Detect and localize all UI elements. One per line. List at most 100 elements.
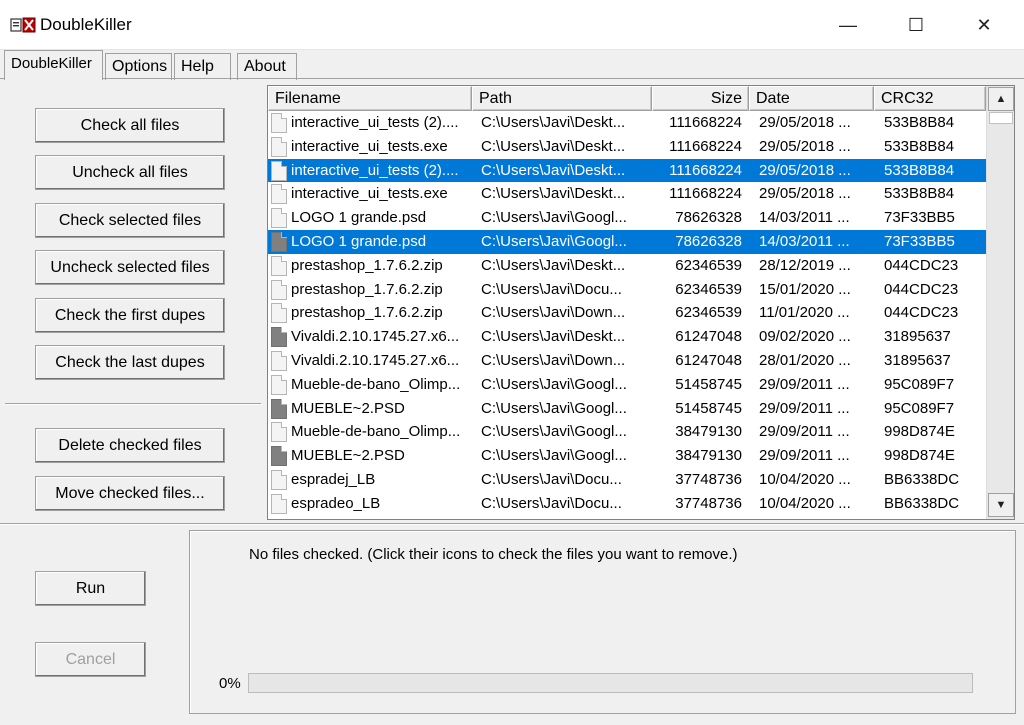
path-cell: C:\Users\Javi\Deskt... [481,137,626,155]
file-check-toggle[interactable] [271,446,287,467]
date-cell: 29/05/2018 ... [759,161,851,179]
table-row[interactable]: interactive_ui_tests.exe C:\Users\Javi\De… [268,182,986,206]
size-cell: 37748736 [675,494,742,512]
check-first-dupes-button[interactable]: Check the first dupes [35,298,225,333]
file-check-toggle[interactable] [271,327,287,348]
size-cell: 111668224 [669,185,742,203]
crc32-cell: 998D874E [884,447,955,465]
tab-about[interactable]: About [237,53,297,80]
path-cell: C:\Users\Javi\Down... [481,352,626,369]
table-row[interactable]: espradeo_LB C:\Users\Javi\Docu... 37748736… [268,492,986,516]
date-cell: 28/12/2019 ... [759,256,851,274]
filename-cell: interactive_ui_tests.exe [291,185,448,203]
path-cell: C:\Users\Javi\Googl... [481,375,627,393]
table-row[interactable]: prestashop_1.7.6.2.zip C:\Users\Javi\Down… [268,301,986,325]
column-header-path[interactable]: Path [472,86,652,111]
size-cell: 51458745 [675,375,742,393]
document-checked-icon [271,398,287,419]
size-cell: 111668224 [669,137,742,155]
crc32-cell: 73F33BB5 [884,209,955,227]
size-cell: 78626328 [675,209,742,227]
scrollbar-thumb[interactable] [989,112,1013,124]
file-check-toggle[interactable] [271,493,287,514]
file-check-toggle[interactable] [271,232,287,252]
crc32-cell: BB6338DC [884,471,960,488]
status-message: No files checked. (Click their icons to … [249,546,738,563]
crc32-cell: 044CDC23 [884,280,959,298]
file-check-toggle[interactable] [271,255,287,276]
file-check-toggle[interactable] [271,351,287,371]
uncheck-selected-files-button[interactable]: Uncheck selected files [35,250,225,285]
tab-options[interactable]: Options [105,53,172,80]
table-row[interactable]: MUEBLE~2.PSD C:\Users\Javi\Googl... 514587… [268,397,986,421]
check-all-files-button[interactable]: Check all files [35,108,225,143]
filename-cell: Mueble-de-bano_Olimp... [291,375,461,393]
table-row[interactable]: prestashop_1.7.6.2.zip C:\Users\Javi\Docu… [268,278,986,302]
column-header-size[interactable]: Size [652,86,749,111]
file-check-toggle[interactable] [271,113,287,133]
file-check-toggle[interactable] [271,303,287,324]
table-row[interactable]: Vivaldi.2.10.1745.27.x6... C:\Users\Javi\… [268,349,986,373]
table-row[interactable]: interactive_ui_tests.exe C:\Users\Javi\De… [268,135,986,159]
table-row[interactable]: espradej_LB C:\Users\Javi\Docu... 37748736… [268,468,986,492]
table-row[interactable]: prestashop_1.7.6.2.zip C:\Users\Javi\Desk… [268,254,986,278]
table-row[interactable]: interactive_ui_tests (2).... C:\Users\Jav… [268,111,986,135]
filename-cell: interactive_ui_tests (2).... [291,114,459,131]
filename-cell: LOGO 1 grande.psd [291,233,427,250]
filename-cell: Vivaldi.2.10.1745.27.x6... [291,328,460,346]
list-header: Filename Path Size Date CRC32 [268,86,986,111]
column-header-filename[interactable]: Filename [268,86,472,111]
table-row[interactable]: LOGO 1 grande.psd C:\Users\Javi\Googl... 7… [268,206,986,230]
delete-checked-files-button[interactable]: Delete checked files [35,428,225,463]
table-row[interactable]: Mueble-de-bano_Olimp... C:\Users\Javi\Goo… [268,420,986,444]
crc32-cell: 044CDC23 [884,256,959,274]
tab-help[interactable]: Help [174,53,231,80]
table-row[interactable]: interactive_ui_tests (2).... C:\Users\Jav… [268,158,986,183]
crc32-cell: 533B8B84 [884,185,955,203]
scroll-up-button[interactable]: ▲ [988,87,1014,111]
document-icon [271,303,287,324]
file-check-toggle[interactable] [271,136,287,157]
table-row[interactable]: LOGO 1 grande.psd C:\Users\Javi\Googl... 7… [268,230,986,254]
close-button[interactable]: ✕ [961,0,1007,50]
filename-cell: MUEBLE~2.PSD [291,399,405,417]
file-check-toggle[interactable] [271,184,287,205]
check-last-dupes-button[interactable]: Check the last dupes [35,345,225,380]
table-row[interactable]: MUEBLE~2.PSD C:\Users\Javi\Googl... 384791… [268,444,986,468]
scroll-down-button[interactable]: ▼ [988,493,1014,517]
file-check-toggle[interactable] [271,470,287,490]
file-check-toggle[interactable] [271,160,287,181]
path-cell: C:\Users\Javi\Deskt... [481,328,626,346]
file-check-toggle[interactable] [271,398,287,419]
path-cell: C:\Users\Javi\Docu... [481,494,622,512]
column-header-crc32[interactable]: CRC32 [874,86,986,111]
table-row[interactable]: Mueble-de-bano_Olimp... C:\Users\Javi\Goo… [268,373,986,397]
duplicate-files-list[interactable]: Filename Path Size Date CRC32 interactiv… [267,85,1015,520]
maximize-button[interactable]: ☐ [893,0,939,50]
uncheck-all-files-button[interactable]: Uncheck all files [35,155,225,190]
check-selected-files-button[interactable]: Check selected files [35,203,225,238]
window-title: DoubleKiller [40,15,132,34]
date-cell: 15/01/2020 ... [759,280,851,298]
date-cell: 29/05/2018 ... [759,114,851,131]
panel-splitter[interactable] [0,523,1024,525]
document-icon [271,493,287,514]
crc32-cell: 31895637 [884,328,951,346]
tab-doublekiller[interactable]: DoubleKiller [4,50,103,80]
move-checked-files-button[interactable]: Move checked files... [35,476,225,511]
run-button[interactable]: Run [35,571,146,606]
table-row[interactable]: Vivaldi.2.10.1745.27.x6... C:\Users\Javi\… [268,325,986,349]
file-check-toggle[interactable] [271,422,287,443]
file-check-toggle[interactable] [271,279,287,300]
column-header-date[interactable]: Date [749,86,874,111]
date-cell: 29/09/2011 ... [759,375,850,393]
file-check-toggle[interactable] [271,374,287,395]
close-icon: ✕ [976,14,992,35]
filename-cell: espradeo_LB [291,494,381,512]
date-cell: 29/09/2011 ... [759,399,850,417]
date-cell: 10/04/2020 ... [759,471,851,488]
file-check-toggle[interactable] [271,208,287,229]
vertical-scrollbar[interactable]: ▲ ▼ [986,86,1014,519]
minimize-button[interactable]: — [825,0,871,50]
document-icon [271,351,287,371]
